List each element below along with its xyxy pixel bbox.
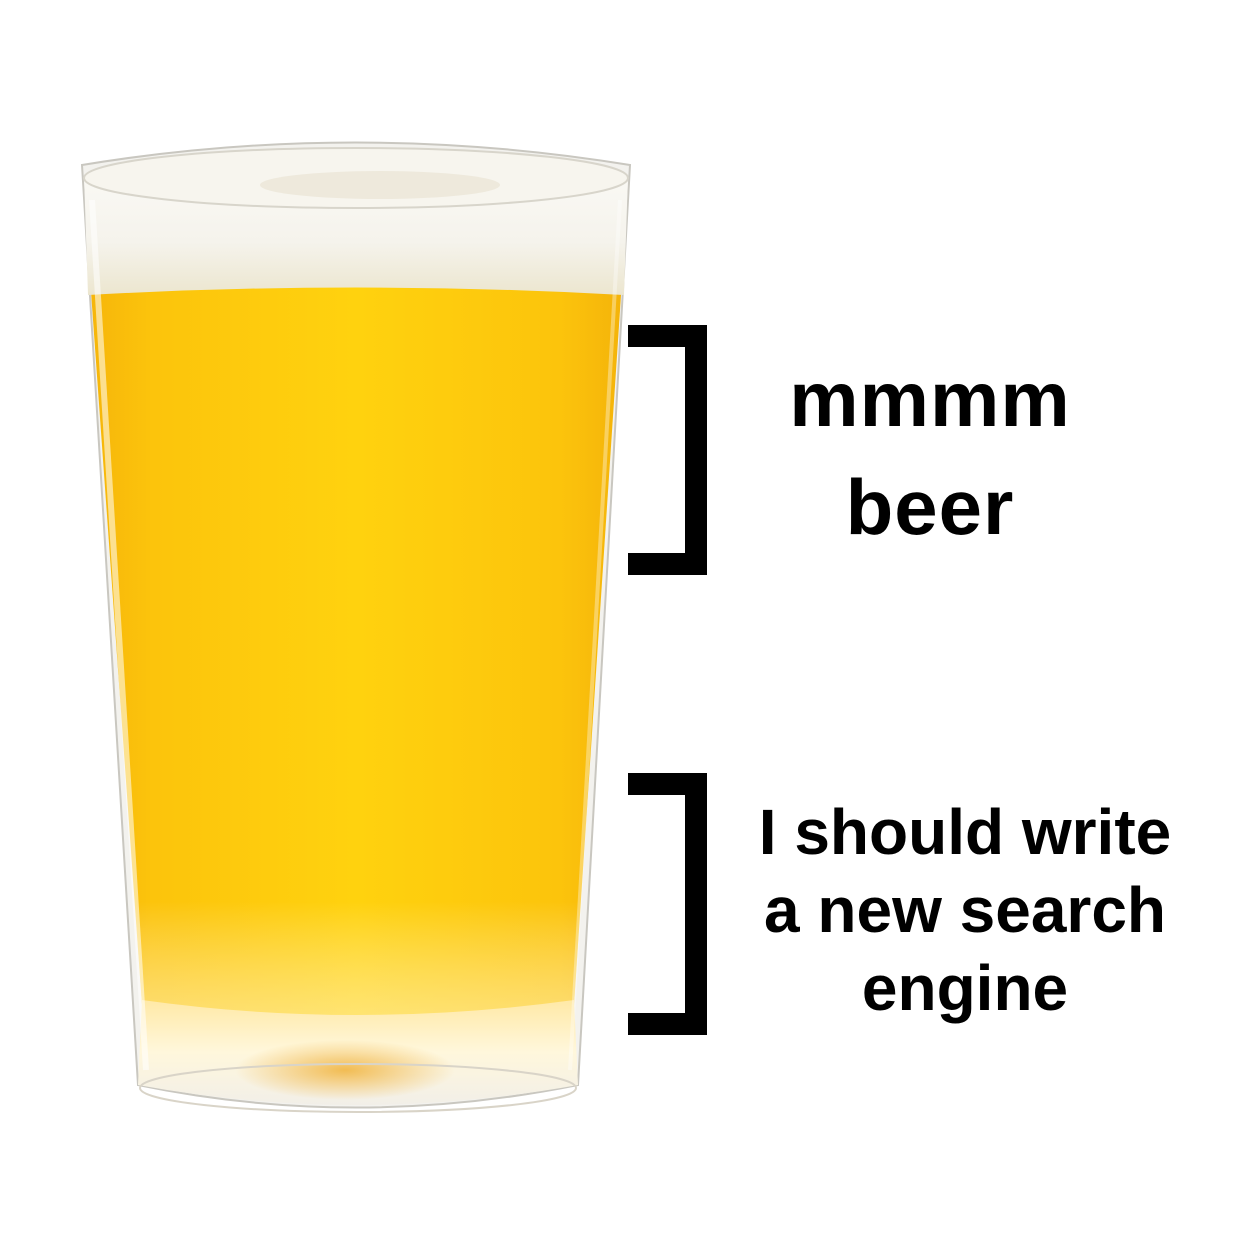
upper-caption-line-2: beer	[845, 463, 1015, 551]
upper-caption-line-1: mmmm	[789, 355, 1071, 443]
lower-bracket	[628, 773, 707, 1035]
beer-bottom-glow	[88, 244, 624, 1018]
lower-caption-line-1: I should write	[758, 796, 1172, 868]
upper-bracket	[628, 325, 707, 575]
meme-canvas	[80, 141, 707, 1113]
foam-bubbles	[260, 171, 500, 199]
lower-caption-line-3: engine	[861, 952, 1069, 1024]
lower-caption-line-2: a new search	[764, 874, 1166, 946]
base-swirl	[235, 1040, 455, 1100]
